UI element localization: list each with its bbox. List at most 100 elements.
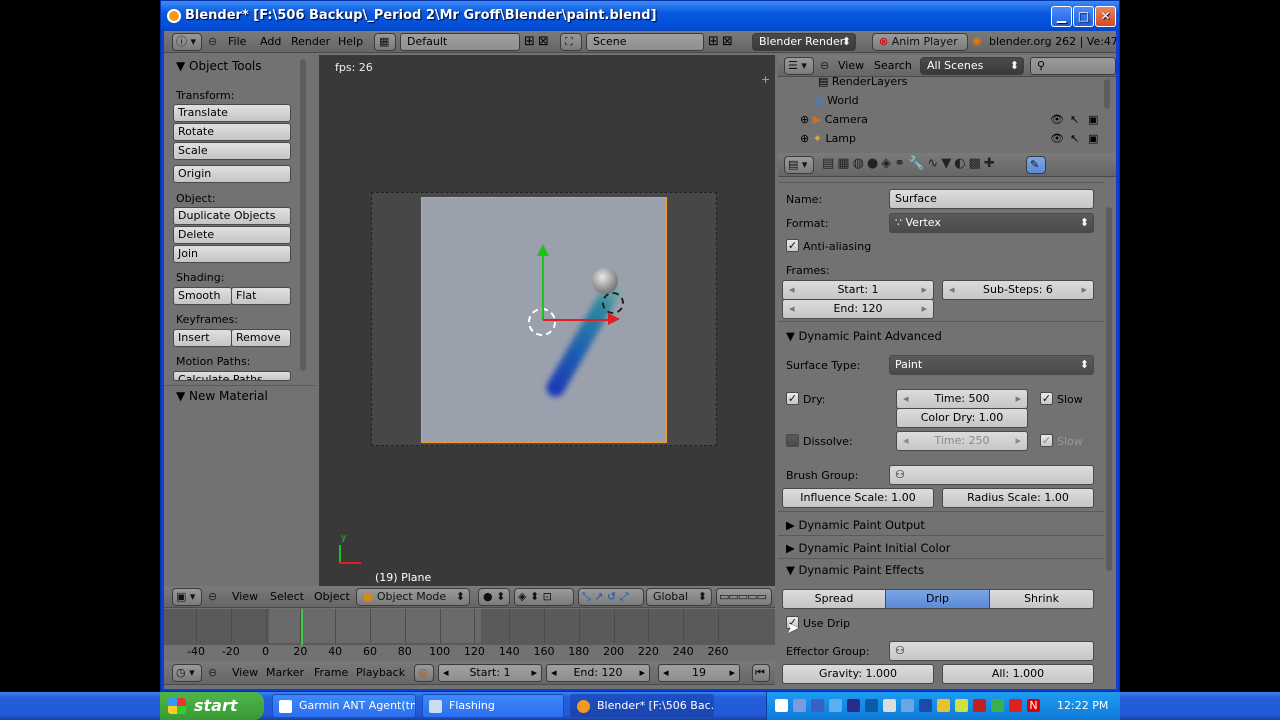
timeline-area[interactable]: -40 -20 0 20 40 60 80 100 120 140 160 180 200 220 240 2… <box>164 609 775 658</box>
x-axis-manipulator[interactable] <box>543 319 613 321</box>
outliner-menu-view[interactable]: View <box>838 55 864 77</box>
timeline-menu-playback[interactable]: Playback <box>356 662 405 684</box>
outliner-item-camera[interactable]: ⊕ ▶ Camera <box>800 113 868 126</box>
screen-layout-icon[interactable]: ▦ <box>374 33 396 51</box>
end-frame-field[interactable]: ◂ End: 120 ▸ <box>782 299 934 319</box>
dry-checkbox[interactable]: ✓ <box>786 392 799 405</box>
scale-button[interactable]: Scale <box>173 142 291 160</box>
mode-select[interactable]: ■ Object Mode ⬍ <box>356 588 470 606</box>
menu-file[interactable]: File <box>228 31 246 53</box>
remove-keyframe-button[interactable]: Remove <box>231 329 291 347</box>
tray-icon-1[interactable] <box>775 699 788 712</box>
menu-help[interactable]: Help <box>338 31 363 53</box>
network-icon[interactable] <box>919 699 932 712</box>
substeps-field[interactable]: ◂ Sub-Steps: 6 ▸ <box>942 280 1094 300</box>
outliner-menu-search[interactable]: Search <box>874 55 912 77</box>
effector-group-input[interactable]: ⚇ <box>889 641 1094 661</box>
all-field[interactable]: All: 1.000 <box>942 664 1094 684</box>
window-titlebar[interactable]: Blender* [F:\506 Backup\_Period 2\Mr Gro… <box>161 1 1119 31</box>
tab-drip[interactable]: Drip <box>885 589 990 609</box>
start-frame-field[interactable]: ◂ Start: 1 ▸ <box>782 280 934 300</box>
clock[interactable]: 12:22 PM <box>1057 699 1108 712</box>
tool-shelf-scrollbar[interactable] <box>300 59 306 371</box>
tray-icon-5[interactable] <box>847 699 860 712</box>
outliner-search-input[interactable]: ⚲ <box>1030 57 1116 75</box>
plane-object[interactable] <box>421 197 667 443</box>
close-button[interactable]: ✕ <box>1095 6 1116 27</box>
timeline-start-field[interactable]: ◂ Start: 1 ▸ <box>438 664 542 682</box>
add-layout-icon[interactable]: ⊞ <box>524 34 535 49</box>
tray-icon-7[interactable] <box>883 699 896 712</box>
flat-button[interactable]: Flat <box>231 287 291 305</box>
manipulator-buttons[interactable]: ⤡ ↗ ↺ ⤢ <box>578 588 644 606</box>
timeline-editor-type[interactable]: ◷ ▾ <box>172 664 202 682</box>
bluetooth-icon[interactable] <box>865 699 878 712</box>
dynamic-paint-output-header[interactable]: ▶ Dynamic Paint Output <box>778 514 1104 536</box>
scene-field[interactable]: Scene <box>586 33 704 51</box>
timeline-menu-view[interactable]: View <box>232 662 258 684</box>
3d-viewport[interactable]: fps: 26 + y (19) Plane <box>319 55 775 587</box>
physics-tab-icon[interactable]: ✎ <box>1026 156 1046 174</box>
editor-type-button[interactable]: ⓘ ▾ <box>172 33 202 51</box>
task-blender[interactable]: Blender* [F:\506 Bac... <box>570 694 714 718</box>
brush-sphere[interactable] <box>592 268 618 294</box>
shield-icon[interactable] <box>937 699 950 712</box>
layer-buttons[interactable]: ▭▭▭▭▭ <box>716 588 772 606</box>
insert-keyframe-button[interactable]: Insert <box>173 329 232 347</box>
timeline-end-field[interactable]: ◂ End: 120 ▸ <box>546 664 650 682</box>
timeline-collapse-icon[interactable]: ⊖ <box>208 666 217 679</box>
netflix-icon[interactable]: N <box>1027 699 1040 712</box>
remove-layout-icon[interactable]: ⊠ <box>538 34 549 49</box>
minimize-button[interactable]: ▁ <box>1051 6 1072 27</box>
brush-group-input[interactable]: ⚇ <box>889 465 1094 485</box>
dynamic-paint-initial-header[interactable]: ▶ Dynamic Paint Initial Color <box>778 537 1104 559</box>
properties-scrollbar[interactable] <box>1106 207 1112 571</box>
tray-icon-2[interactable] <box>793 699 806 712</box>
tab-spread[interactable]: Spread <box>782 589 886 609</box>
slow-disabled-checkbox[interactable]: ✓ <box>1040 434 1053 447</box>
current-frame-field[interactable]: ◂ 19 ▸ <box>658 664 740 682</box>
tray-icon-8[interactable] <box>901 699 914 712</box>
format-select[interactable]: ∵ Vertex ⬍ <box>889 213 1094 233</box>
surface-name-input[interactable]: Surface <box>889 189 1094 209</box>
outliner-collapse-icon[interactable]: ⊖ <box>820 59 829 72</box>
viewport-corner-icon[interactable]: + <box>761 73 770 86</box>
rotate-button[interactable]: Rotate <box>173 123 291 141</box>
tray-icon-13[interactable] <box>991 699 1004 712</box>
outliner-display-select[interactable]: All Scenes ⬍ <box>920 57 1024 75</box>
viewport-menu-view[interactable]: View <box>232 586 258 608</box>
maximize-button[interactable]: □ <box>1073 6 1094 27</box>
anti-aliasing-checkbox[interactable]: ✓ <box>786 239 799 252</box>
object-tools-header[interactable]: ▼ Object Tools <box>176 59 262 73</box>
viewport-collapse-icon[interactable]: ⊖ <box>208 590 217 603</box>
surface-type-select[interactable]: Paint ⬍ <box>889 355 1094 375</box>
tray-icon-14[interactable] <box>1009 699 1022 712</box>
smooth-button[interactable]: Smooth <box>173 287 232 305</box>
visibility-eye-icon[interactable]: 👁 <box>1050 132 1064 145</box>
tab-shrink[interactable]: Shrink <box>989 589 1094 609</box>
viewport-shading-select[interactable]: ● ⬍ <box>478 588 510 606</box>
remove-scene-icon[interactable]: ⊠ <box>722 34 733 49</box>
anim-player-button[interactable]: ⊗ Anim Player <box>872 33 968 51</box>
visibility-eye-icon[interactable]: 👁 <box>1050 113 1064 126</box>
scene-icon[interactable]: ⛶ <box>560 33 582 51</box>
tray-icon-3[interactable] <box>811 699 824 712</box>
task-garmin[interactable]: Garmin ANT Agent(tm) <box>272 694 416 718</box>
influence-scale-field[interactable]: Influence Scale: 1.00 <box>782 488 934 508</box>
menu-add[interactable]: Add <box>260 31 281 53</box>
timeline-menu-marker[interactable]: Marker <box>266 662 304 684</box>
new-material-header[interactable]: ▼ New Material <box>176 389 268 403</box>
add-scene-icon[interactable]: ⊞ <box>708 34 719 49</box>
outliner-editor-type[interactable]: ☰ ▾ <box>784 57 814 75</box>
slow-checkbox[interactable]: ✓ <box>1040 392 1053 405</box>
properties-editor-type[interactable]: ▤ ▾ <box>784 156 814 174</box>
outliner-item-renderlayers[interactable]: ▤ RenderLayers <box>818 77 907 88</box>
play-controls-icon[interactable]: ⏮ <box>752 664 770 682</box>
orientation-select[interactable]: Global ⬍ <box>646 588 712 606</box>
start-button[interactable]: start <box>160 692 264 720</box>
render-camera-icon[interactable]: ▣ <box>1088 132 1098 145</box>
gravity-field[interactable]: Gravity: 1.000 <box>782 664 934 684</box>
dissolve-time-field[interactable]: ◂ Time: 250 ▸ <box>896 431 1028 451</box>
origin-button[interactable]: Origin <box>173 165 291 183</box>
translate-button[interactable]: Translate <box>173 104 291 122</box>
